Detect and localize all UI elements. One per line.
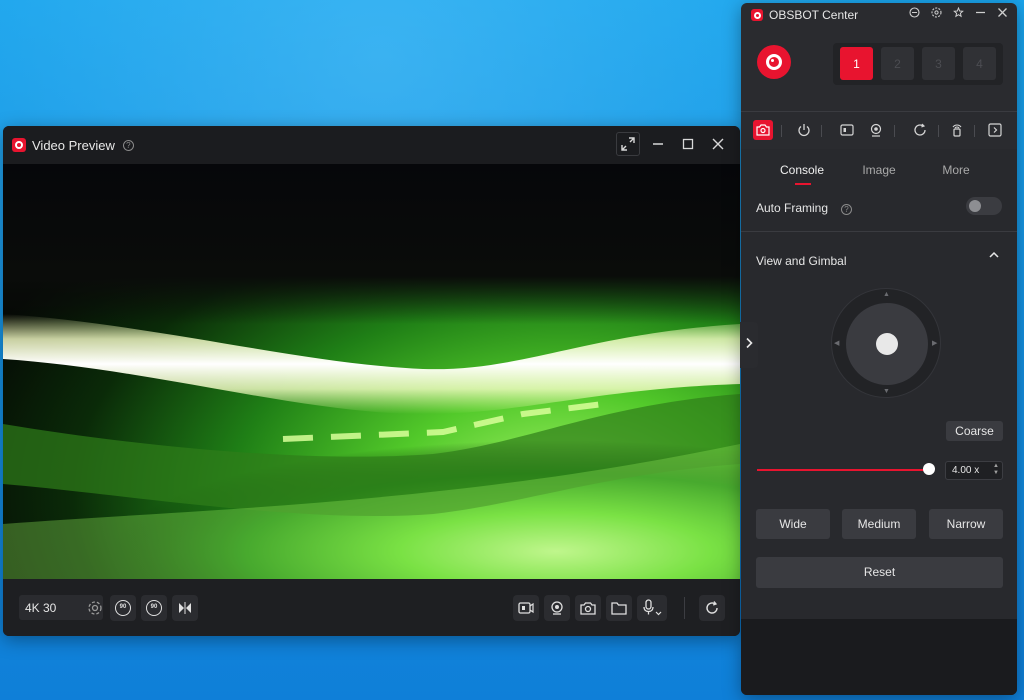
section-divider [741,231,1017,232]
record-button[interactable] [513,595,539,621]
virtual-camera-button[interactable] [544,595,570,621]
obsbot-titlebar[interactable]: OBSBOT Center [741,3,1017,27]
video-preview-toolbar: 4K 30 90 90 [3,579,740,636]
tab-image[interactable]: Image [839,163,919,177]
zoom-slider-handle[interactable] [923,463,935,475]
open-folder-button[interactable] [606,595,632,621]
pin-icon[interactable] [951,6,965,24]
webcam-icon [551,601,563,615]
arrow-down-icon: ▼ [883,388,890,395]
refresh-icon [706,601,718,614]
power-icon[interactable] [794,120,814,140]
webcam-icon[interactable] [866,120,886,140]
panel-footer [741,619,1017,695]
record-icon [518,602,534,614]
maximize-icon[interactable] [676,132,700,156]
folder-icon [611,602,627,615]
spinner-icon[interactable]: ▲ ▼ [993,463,999,477]
rotate-right-icon: 90 [146,600,162,616]
obsbot-logo-icon [12,138,26,152]
close-icon[interactable] [995,6,1009,24]
camera-slot-4[interactable]: 4 [963,47,996,80]
minimize-icon[interactable] [973,6,987,24]
feedback-icon[interactable] [907,6,921,24]
app-title: OBSBOT Center [769,8,859,22]
refresh-icon[interactable] [910,120,930,140]
arrow-right-icon: ▶ [932,340,938,347]
header-divider [741,111,1017,112]
camera-device-icon[interactable] [757,45,791,79]
resolution-label: 4K 30 [25,600,57,615]
camera-slot-group: 1 2 3 4 [833,43,1003,85]
obsbot-center-window: OBSBOT Center 1 2 3 4 Console Image More… [741,3,1017,695]
close-icon[interactable] [706,132,730,156]
video-preview-titlebar[interactable]: Video Preview ? [3,126,740,164]
active-tab-indicator [795,183,811,185]
coarse-button[interactable]: Coarse [946,421,1003,441]
zoom-value-input[interactable]: 4.00 x ▲ ▼ [945,461,1003,480]
toolbar-divider [684,597,685,619]
medium-button[interactable]: Medium [842,509,916,539]
flip-button[interactable] [172,595,198,621]
device-action-bar [741,117,1017,145]
chevron-right-icon[interactable] [740,322,758,368]
camera-slot-1[interactable]: 1 [840,47,873,80]
chevron-up-icon[interactable] [987,249,1001,263]
tab-console[interactable]: Console [762,163,842,177]
tab-more[interactable]: More [916,163,996,177]
fullscreen-icon[interactable] [616,132,640,156]
reset-button[interactable]: Reset [756,557,1003,588]
snapshot-button[interactable] [575,595,601,621]
narrow-button[interactable]: Narrow [929,509,1003,539]
toggle-knob [969,200,981,212]
rotate-right-90-button[interactable]: 90 [141,595,167,621]
joystick-knob[interactable] [876,333,898,355]
zoom-value: 4.00 x [952,465,980,476]
rotate-left-90-button[interactable]: 90 [110,595,136,621]
expand-panel-icon[interactable] [985,120,1005,140]
zoom-slider-track[interactable] [757,469,929,471]
joystick-pad [846,303,928,385]
help-icon[interactable]: ? [122,139,134,151]
camera-icon [580,602,596,615]
window-title: Video Preview [32,137,115,153]
auto-framing-toggle[interactable] [966,197,1002,215]
help-icon[interactable]: ? [841,204,852,215]
remote-icon[interactable] [947,120,967,140]
settings-tabs: Console Image More [741,163,1017,185]
microphone-icon [643,599,662,616]
video-preview-window: Video Preview ? 4K 30 90 90 [3,126,740,636]
minimize-icon[interactable] [646,132,670,156]
obsbot-logo-icon [751,9,763,21]
flip-icon [179,602,191,614]
camera-icon[interactable] [753,120,773,140]
camera-slot-3[interactable]: 3 [922,47,955,80]
arrow-left-icon: ◀ [834,340,840,347]
rotate-left-icon: 90 [115,600,131,616]
gimbal-joystick[interactable]: ▲ ▼ ◀ ▶ [831,288,941,398]
settings-icon[interactable] [82,595,108,621]
view-and-gimbal-title: View and Gimbal [756,254,847,268]
camera-slot-2[interactable]: 2 [881,47,914,80]
wide-button[interactable]: Wide [756,509,830,539]
microphone-button[interactable] [637,595,667,621]
arrow-up-icon: ▲ [883,291,890,298]
camera-video-feed[interactable] [3,164,740,579]
auto-framing-label: Auto Framing [756,201,829,215]
refresh-button[interactable] [699,595,725,621]
record-icon[interactable] [837,120,857,140]
settings-icon[interactable] [929,6,943,24]
